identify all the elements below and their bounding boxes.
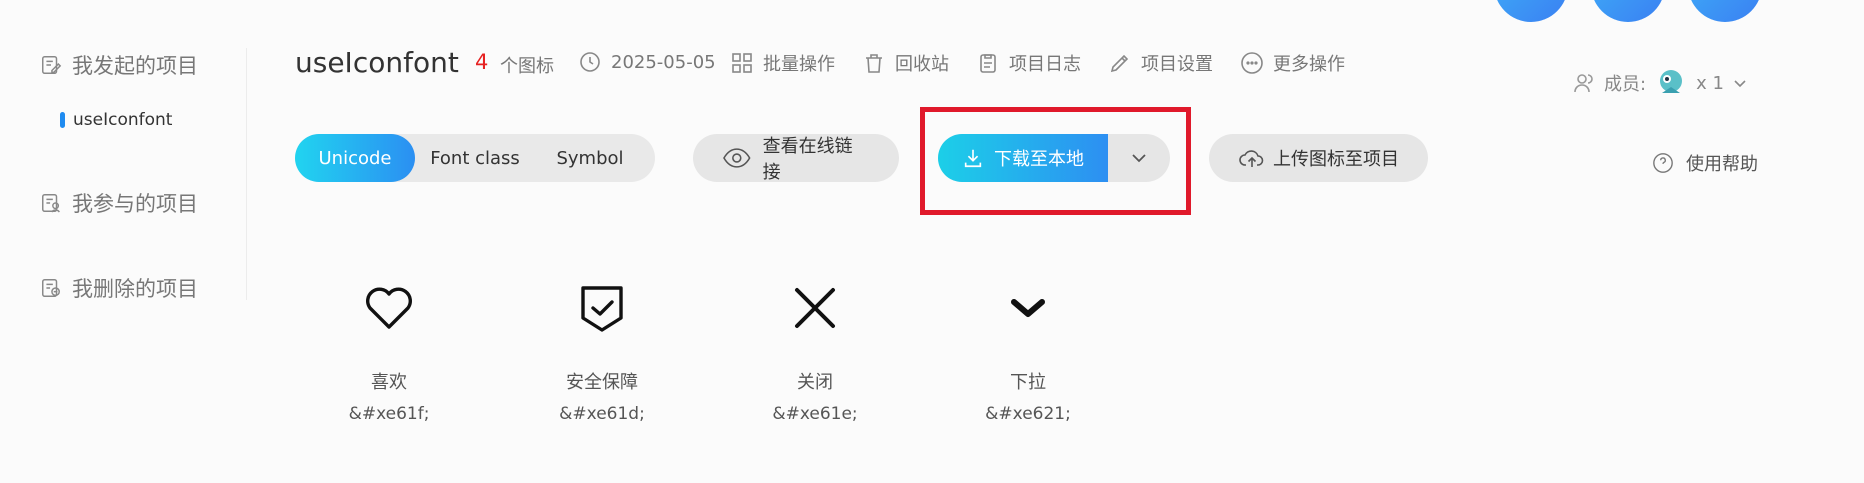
chevron-down-icon [1011,299,1045,317]
delete-document-icon [42,279,60,297]
upload-label: 上传图标至项目 [1273,149,1399,170]
tab-font-class[interactable]: Font class [415,134,535,182]
icon-card-like[interactable]: 喜欢 &#xe61f; [299,280,479,424]
icon-code: &#xe621; [985,404,1071,424]
log-label: 项目日志 [1009,54,1081,75]
sidebar-item-label: 我参与的项目 [72,192,198,216]
more-label: 更多操作 [1273,54,1345,75]
floating-action-button-1[interactable] [1494,0,1568,22]
icon-code: &#xe61f; [348,404,430,424]
project-settings-button[interactable]: 项目设置 [1108,50,1213,76]
cloud-upload-icon [1239,150,1264,167]
clipboard-icon [980,54,996,73]
more-actions-button[interactable]: 更多操作 [1240,50,1345,76]
chevron-down-icon [1734,80,1746,88]
format-tabs: Unicode Font class Symbol [295,134,655,182]
trash-icon [866,54,882,73]
recycle-label: 回收站 [895,54,949,75]
icon-card-security[interactable]: 安全保障 &#xe61d; [512,280,692,424]
sidebar-divider [246,48,247,300]
highlight-box [920,107,1191,215]
icon-code: &#xe61d; [559,404,645,424]
created-date: 2025-05-05 [578,50,716,74]
icon-name: 喜欢 [371,372,407,393]
question-icon [1653,153,1673,173]
tab-symbol[interactable]: Symbol [535,134,645,182]
sidebar-item-label: 我删除的项目 [72,277,198,301]
floating-action-button-3[interactable] [1688,0,1762,22]
sidebar-item-label: 我发起的项目 [72,54,198,78]
close-icon [795,288,835,328]
settings-label: 项目设置 [1141,54,1213,75]
tab-unicode[interactable]: Unicode [295,134,415,182]
help-label: 使用帮助 [1686,154,1758,175]
batch-label: 批量操作 [763,54,835,75]
icon-card-dropdown[interactable]: 下拉 &#xe621; [938,280,1118,424]
batch-operation-button[interactable]: 批量操作 [730,50,835,76]
members-count: x 1 [1696,72,1724,94]
view-online-link-label: 查看在线链接 [762,136,853,183]
sidebar-project-useiconfont[interactable]: useIconfont [60,110,172,130]
grid-icon [732,53,752,73]
sidebar-item-my-projects[interactable]: 我发起的项目 [40,50,198,80]
sidebar-item-deleted-projects[interactable]: 我删除的项目 [40,273,198,303]
icon-count: 4 [475,50,489,74]
help-link[interactable]: 使用帮助 [1652,150,1758,176]
icon-card-close[interactable]: 关闭 &#xe61e; [725,280,905,424]
icon-name: 下拉 [1010,372,1046,393]
icon-name: 关闭 [797,372,833,393]
members-dropdown[interactable]: 成员: x 1 [1572,66,1748,100]
floating-action-button-2[interactable] [1591,0,1665,22]
icon-code: &#xe61e; [772,404,858,424]
edit-document-icon [42,56,62,74]
pencil-icon [1110,54,1129,73]
shield-check-icon [581,286,623,332]
sidebar-project-label: useIconfont [73,110,173,130]
recycle-bin-button[interactable]: 回收站 [862,50,949,76]
clock-icon [580,52,600,72]
sidebar-item-joined-projects[interactable]: 我参与的项目 [40,188,198,218]
user-document-icon [42,194,60,213]
eye-icon [723,148,751,168]
avatar [1660,70,1683,93]
upload-icon-button[interactable]: 上传图标至项目 [1209,134,1428,182]
active-indicator [60,112,65,128]
heart-icon [366,287,412,329]
members-icon [1574,74,1593,93]
icon-count-label: 个图标 [500,56,554,77]
members-label: 成员: [1604,74,1647,95]
view-online-link-button[interactable]: 查看在线链接 [693,134,899,183]
more-icon [1241,52,1263,74]
project-log-button[interactable]: 项目日志 [976,50,1081,76]
icon-name: 安全保障 [566,372,638,393]
date-text: 2025-05-05 [611,51,716,73]
page-title: useIconfont [295,46,459,79]
